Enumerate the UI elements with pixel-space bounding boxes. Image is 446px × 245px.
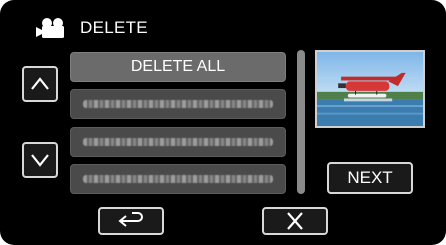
video-camera-icon xyxy=(36,18,64,38)
preview-thumbnail xyxy=(315,50,425,128)
blurred-file-name xyxy=(83,100,273,108)
close-button[interactable] xyxy=(262,207,328,235)
close-icon xyxy=(287,212,303,230)
file-list-item[interactable] xyxy=(70,89,286,119)
chevron-down-icon xyxy=(31,154,49,167)
scroll-up-button[interactable] xyxy=(22,66,58,102)
delete-all-label: DELETE ALL xyxy=(130,58,226,75)
back-button[interactable] xyxy=(98,207,164,235)
blurred-file-name xyxy=(83,175,273,183)
delete-all-button[interactable]: DELETE ALL xyxy=(70,52,286,82)
title-bar: DELETE xyxy=(36,14,148,42)
file-list-item[interactable] xyxy=(70,164,286,194)
scrollbar[interactable] xyxy=(297,50,305,194)
seaplane-thumbnail xyxy=(317,52,423,126)
page-title: DELETE xyxy=(80,18,148,37)
blurred-file-name xyxy=(83,138,273,146)
chevron-up-icon xyxy=(31,77,49,90)
scroll-down-button[interactable] xyxy=(22,142,58,178)
return-arrow-icon xyxy=(118,212,143,227)
file-list-item[interactable] xyxy=(70,127,286,157)
camera-screen: DELETE DELETE ALL NEXT xyxy=(0,0,446,245)
next-label: NEXT xyxy=(347,168,393,187)
next-button[interactable]: NEXT xyxy=(327,162,413,194)
